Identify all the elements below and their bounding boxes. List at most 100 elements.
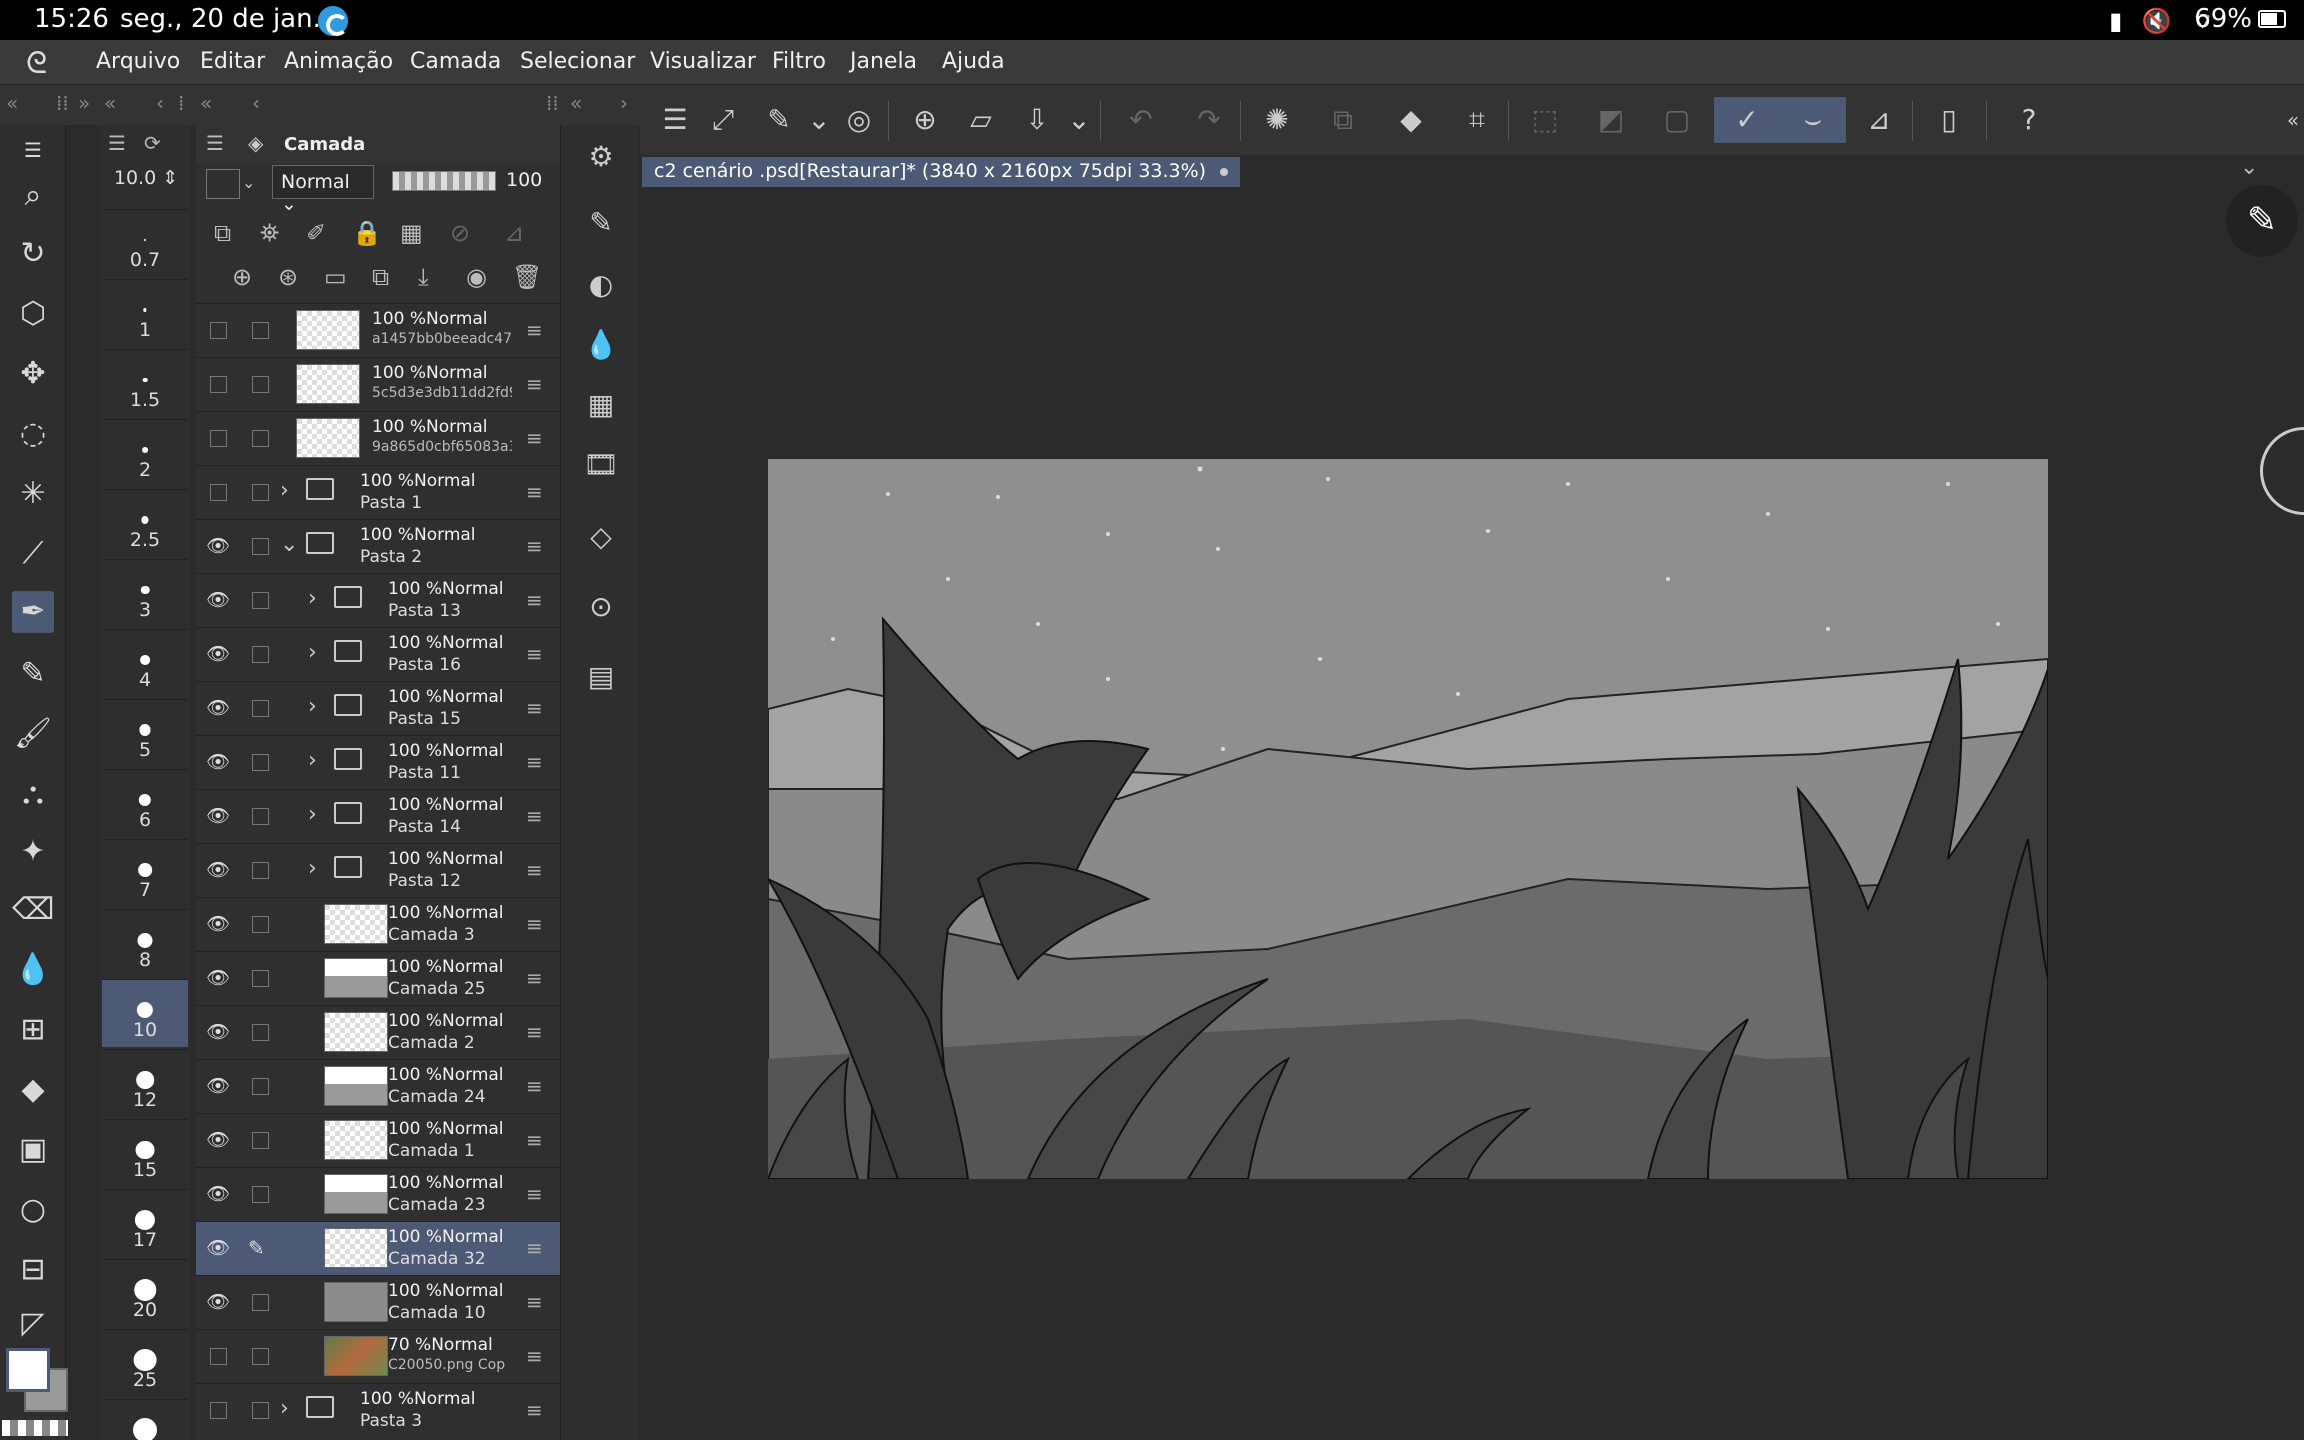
visibility-eye-icon[interactable]: 👁 bbox=[206, 1182, 230, 1205]
brush-size-item[interactable] bbox=[102, 1399, 188, 1440]
chevron-right-icon[interactable]: › bbox=[280, 478, 289, 503]
magic-wand-icon[interactable]: ✳ bbox=[12, 473, 54, 515]
layer-drag-handle-icon[interactable]: ≡ bbox=[526, 318, 543, 342]
layer-drag-handle-icon[interactable]: ≡ bbox=[526, 1020, 543, 1044]
clear-selection-icon[interactable]: ⬚ bbox=[1522, 97, 1568, 143]
layer-row[interactable]: 👁 100 %Normal Camada 3 ≡ bbox=[196, 897, 560, 951]
visibility-checkbox[interactable] bbox=[210, 1348, 227, 1365]
app-gallery-icon[interactable]: ◎ bbox=[836, 97, 882, 143]
lock-checkbox[interactable] bbox=[252, 1294, 269, 1311]
rotate-icon[interactable]: ↻ bbox=[12, 233, 54, 275]
side-panel-tab[interactable] bbox=[2260, 427, 2304, 515]
layer-property-icon[interactable]: ◇ bbox=[581, 517, 621, 557]
grip-icon[interactable]: ⁞⁞ bbox=[546, 91, 559, 115]
visibility-eye-icon[interactable]: 👁 bbox=[206, 696, 230, 719]
chevron-right-icon[interactable]: › bbox=[308, 640, 317, 665]
fit-canvas-icon[interactable]: ⤢ bbox=[700, 97, 746, 143]
brush-size-item[interactable]: 5 bbox=[102, 699, 188, 767]
copy-layer-icon[interactable]: ⧉ bbox=[372, 263, 389, 291]
collapse-left-icon[interactable]: « bbox=[104, 91, 116, 115]
layer-drag-handle-icon[interactable]: ≡ bbox=[526, 804, 543, 828]
eyedropper-icon[interactable]: ⟋ bbox=[12, 533, 54, 575]
layer-row[interactable]: 👁 100 %Normal Camada 1 ≡ bbox=[196, 1113, 560, 1167]
brush-icon[interactable]: 🖌 bbox=[12, 713, 54, 755]
menu-janela[interactable]: Janela bbox=[850, 49, 917, 74]
brush-size-item[interactable]: 6 bbox=[102, 769, 188, 837]
lasso-icon[interactable]: ◌ bbox=[12, 413, 54, 455]
brush-size-item[interactable]: 4 bbox=[102, 629, 188, 697]
brush-size-value[interactable]: 10.0 ⇕ bbox=[102, 167, 190, 199]
chevron-left-icon[interactable]: ‹ bbox=[252, 91, 260, 115]
lock-checkbox[interactable] bbox=[252, 916, 269, 933]
lock-checkbox[interactable] bbox=[252, 376, 269, 393]
grid-snap-icon[interactable]: ⊿ bbox=[1856, 97, 1902, 143]
layer-row[interactable]: 👁 100 %Normal Camada 2 ≡ bbox=[196, 1005, 560, 1059]
lock-checkbox[interactable] bbox=[252, 1132, 269, 1149]
gradient-icon[interactable]: ▣ bbox=[12, 1129, 54, 1171]
canvas-area[interactable]: c2 cenário .psd[Restaurar]* (3840 x 2160… bbox=[640, 155, 2304, 1440]
lock-checkbox[interactable] bbox=[252, 1186, 269, 1203]
figure-icon[interactable]: ○ bbox=[12, 1189, 54, 1231]
blend-mode-select[interactable]: Normal ⌄ bbox=[272, 165, 374, 215]
pencil-icon[interactable]: ✎ bbox=[12, 653, 54, 695]
brush-size-item[interactable]: 17 bbox=[102, 1189, 188, 1257]
brush-size-item[interactable]: 1.5 bbox=[102, 349, 188, 417]
merge-down-icon[interactable]: ⤓ bbox=[418, 263, 429, 291]
delete-layer-icon[interactable]: 🗑 bbox=[512, 263, 542, 291]
collapse-left-icon[interactable]: « bbox=[6, 91, 18, 115]
brush-size-item[interactable]: 3 bbox=[102, 559, 188, 627]
save-icon[interactable]: ⇩ bbox=[1014, 97, 1060, 143]
new-folder-icon[interactable]: ▭ bbox=[324, 263, 347, 291]
reference-layer-icon[interactable]: ⛯ bbox=[260, 219, 279, 247]
menu-ajuda[interactable]: Ajuda bbox=[942, 49, 1005, 74]
visibility-eye-icon[interactable]: 👁 bbox=[206, 588, 230, 611]
brush-size-item[interactable]: 8 bbox=[102, 909, 188, 977]
layer-folder-row[interactable]: 👁 › 100 %Normal Pasta 11 ≡ bbox=[196, 735, 560, 789]
navigator-icon[interactable]: ⊙ bbox=[581, 587, 621, 627]
visibility-eye-icon[interactable]: 👁 bbox=[206, 804, 230, 827]
chevron-left-icon[interactable]: ‹ bbox=[156, 91, 164, 115]
panel-menu-icon[interactable]: ☰ bbox=[206, 131, 224, 155]
lock-checkbox[interactable] bbox=[252, 1348, 269, 1365]
color-indicator[interactable] bbox=[0, 1340, 96, 1440]
opacity-slider[interactable] bbox=[392, 171, 496, 191]
layer-drag-handle-icon[interactable]: ≡ bbox=[526, 534, 543, 558]
tool-palette-menu-icon[interactable]: ☰ bbox=[12, 129, 54, 171]
main-color-swatch[interactable] bbox=[6, 1348, 50, 1392]
ruler-icon[interactable]: ⊟ bbox=[12, 1249, 54, 1291]
visibility-checkbox[interactable] bbox=[210, 1402, 227, 1419]
select-border-icon[interactable]: ▢ bbox=[1654, 97, 1700, 143]
clip-studio-logo-icon[interactable]: ᘓ bbox=[26, 46, 47, 81]
lock-checkbox[interactable] bbox=[252, 538, 269, 555]
fill-icon[interactable]: ◆ bbox=[1388, 97, 1434, 143]
color-set-icon[interactable]: ▦ bbox=[581, 385, 621, 425]
brush-size-item[interactable]: 0.7 bbox=[102, 209, 188, 277]
layer-color-swatch[interactable] bbox=[206, 169, 240, 199]
layer-drag-handle-icon[interactable]: ≡ bbox=[526, 1344, 543, 1368]
undo-icon[interactable]: ↶ bbox=[1118, 97, 1164, 143]
brush-size-item[interactable]: 1 bbox=[102, 279, 188, 347]
smartphone-icon[interactable]: ▯ bbox=[1926, 97, 1972, 143]
layer-drag-handle-icon[interactable]: ≡ bbox=[526, 642, 543, 666]
chevron-right-icon[interactable]: › bbox=[308, 856, 317, 881]
collapse-right-icon[interactable]: « bbox=[2270, 97, 2304, 143]
pen-icon[interactable]: ✒ bbox=[12, 591, 54, 633]
visibility-eye-icon[interactable]: 👁 bbox=[206, 858, 230, 881]
transparent-color-swatch[interactable] bbox=[2, 1420, 68, 1436]
menu-animacao[interactable]: Animação bbox=[284, 49, 393, 74]
expand-right-icon[interactable]: » bbox=[78, 91, 90, 115]
visibility-eye-icon[interactable]: 👁 bbox=[206, 912, 230, 935]
chevron-right-icon[interactable]: › bbox=[308, 748, 317, 773]
layer-folder-row[interactable]: 👁 › 100 %Normal Pasta 12 ≡ bbox=[196, 843, 560, 897]
frame-border-icon[interactable]: ⊞ bbox=[12, 1009, 54, 1051]
layer-drag-handle-icon[interactable]: ≡ bbox=[526, 696, 543, 720]
lock-checkbox[interactable] bbox=[252, 700, 269, 717]
layer-drag-handle-icon[interactable]: ≡ bbox=[526, 1182, 543, 1206]
brush-size-item[interactable]: 2.5 bbox=[102, 489, 188, 557]
edit-target-pencil-icon[interactable]: ✎ bbox=[248, 1236, 265, 1260]
document-tab[interactable]: c2 cenário .psd[Restaurar]* (3840 x 2160… bbox=[642, 157, 1241, 187]
chevron-down-icon[interactable]: ⌄ bbox=[1056, 97, 1102, 143]
menu-arquivo[interactable]: Arquivo bbox=[96, 49, 180, 74]
brush-size-item[interactable]: 25 bbox=[102, 1329, 188, 1397]
clip-icon[interactable]: ⧉ bbox=[214, 219, 231, 247]
